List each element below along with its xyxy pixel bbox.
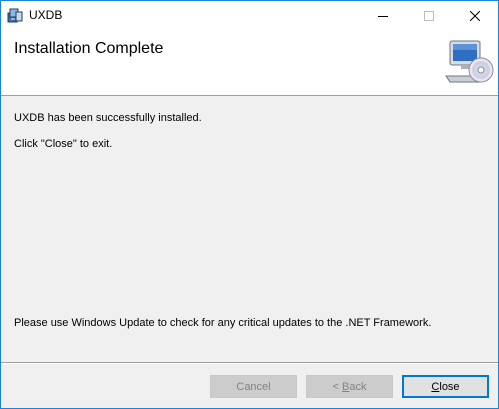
close-button-label-rest: lose	[439, 380, 460, 393]
installer-app-icon	[7, 8, 23, 23]
content-area: UXDB has been successfully installed. Cl…	[1, 97, 498, 362]
footer-divider	[1, 362, 498, 364]
minimize-icon	[378, 15, 388, 17]
computer-cd-icon	[445, 40, 494, 83]
back-button[interactable]: < Back	[306, 375, 393, 398]
back-button-label-rest: ack	[349, 380, 367, 393]
maximize-button[interactable]	[406, 1, 452, 30]
close-button[interactable]: Close	[402, 375, 489, 398]
install-success-text: UXDB has been successfully installed.	[14, 112, 202, 124]
close-button-mnemonic: C	[431, 380, 440, 393]
minimize-button[interactable]	[360, 1, 406, 30]
exit-instruction-text: Click "Close" to exit.	[14, 138, 113, 150]
back-button-prefix: <	[332, 380, 342, 393]
title-bar[interactable]: UXDB	[1, 1, 498, 30]
close-window-button[interactable]	[452, 1, 498, 30]
window-title: UXDB	[29, 8, 63, 22]
header-banner: Installation Complete	[1, 30, 498, 96]
maximize-icon	[424, 10, 434, 21]
windows-update-notice: Please use Windows Update to check for a…	[14, 317, 432, 329]
close-icon	[470, 10, 480, 21]
installer-window: UXDB Installation Complete UXDB has been…	[0, 0, 499, 409]
back-button-mnemonic: B	[342, 380, 350, 393]
cancel-button[interactable]: Cancel	[210, 375, 297, 398]
cancel-button-label: Cancel	[236, 380, 271, 393]
page-title: Installation Complete	[14, 40, 164, 57]
